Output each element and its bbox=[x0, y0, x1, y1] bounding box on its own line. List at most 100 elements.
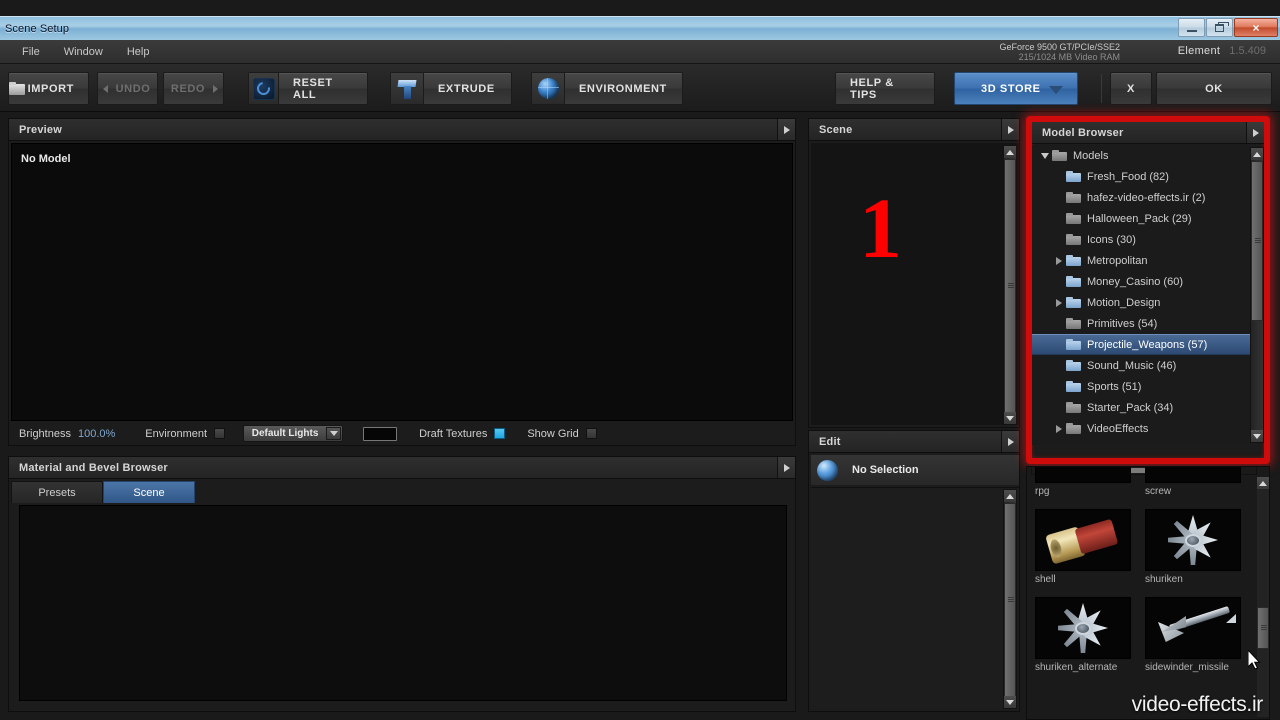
scene-scroll-thumb[interactable] bbox=[1004, 159, 1016, 413]
close-button[interactable]: × bbox=[1234, 18, 1278, 37]
thumbnail-image[interactable] bbox=[1035, 597, 1131, 659]
environment-button[interactable]: ENVIRONMENT bbox=[531, 72, 683, 105]
scene-vertical-scrollbar[interactable] bbox=[1003, 145, 1017, 425]
tree-item-label: Sound_Music (46) bbox=[1087, 359, 1177, 372]
menu-item-file[interactable]: File bbox=[10, 43, 52, 61]
material-panel-header: Material and Bevel Browser bbox=[9, 457, 795, 479]
environment-label-preview: Environment bbox=[145, 427, 208, 440]
toolbar-separator bbox=[1101, 74, 1102, 103]
show-grid-checkbox[interactable] bbox=[585, 428, 597, 439]
thumbnail-item[interactable]: shuriken_alternate bbox=[1035, 597, 1131, 673]
model-thumbnail-grid[interactable]: rpg screw shell shuriken shuriken_alternate s… bbox=[1026, 466, 1270, 720]
undo-button[interactable]: UNDO bbox=[97, 72, 158, 105]
menu-item-window[interactable]: Window bbox=[52, 43, 115, 61]
thumbnail-image[interactable] bbox=[1145, 467, 1241, 483]
tree-item[interactable]: Fresh_Food (82) bbox=[1032, 166, 1250, 187]
scene-panel-expand-arrow[interactable] bbox=[1001, 119, 1019, 140]
edit-selection-row[interactable]: No Selection bbox=[811, 455, 1019, 485]
reset-all-button[interactable]: RESET ALL bbox=[248, 72, 368, 105]
tree-item[interactable]: Models bbox=[1032, 145, 1250, 166]
tree-item[interactable]: Sports (51) bbox=[1032, 376, 1250, 397]
folder-icon bbox=[1066, 213, 1081, 224]
preview-panel-expand-arrow[interactable] bbox=[777, 119, 795, 140]
scroll-up-arrow-icon[interactable] bbox=[1251, 148, 1263, 160]
tree-item[interactable]: Primitives (54) bbox=[1032, 313, 1250, 334]
material-tabs: Presets Scene bbox=[11, 481, 793, 503]
scroll-down-arrow-icon[interactable] bbox=[1004, 412, 1016, 424]
model-browser-tree[interactable]: Models Fresh_Food (82) hafez-video-effects… bbox=[1032, 145, 1250, 445]
model-browser-expand-arrow[interactable] bbox=[1246, 122, 1264, 143]
chevron-right-icon[interactable] bbox=[1052, 256, 1066, 265]
thumbnail-label: shuriken bbox=[1145, 574, 1183, 585]
tree-item[interactable]: Starter_Pack (34) bbox=[1032, 397, 1250, 418]
model-browser-vertical-scrollbar[interactable] bbox=[1250, 147, 1264, 443]
edit-properties-area[interactable] bbox=[811, 487, 1019, 709]
brand-version: 1.5.409 bbox=[1229, 45, 1266, 57]
sphere-icon bbox=[817, 459, 838, 481]
redo-button[interactable]: REDO bbox=[163, 72, 224, 105]
tab-scene[interactable]: Scene bbox=[103, 481, 195, 503]
redo-label: REDO bbox=[170, 82, 206, 95]
chevron-down-icon[interactable] bbox=[1038, 152, 1052, 159]
tree-item-label: Projectile_Weapons (57) bbox=[1087, 338, 1208, 351]
tree-item[interactable]: Halloween_Pack (29) bbox=[1032, 208, 1250, 229]
redo-arrow-icon bbox=[213, 84, 219, 93]
import-button[interactable]: IMPORT bbox=[8, 72, 89, 105]
tree-item[interactable]: Metropolitan bbox=[1032, 250, 1250, 271]
thumbnail-image[interactable] bbox=[1145, 509, 1241, 571]
scroll-down-arrow-icon[interactable] bbox=[1004, 696, 1016, 708]
undo-label: UNDO bbox=[115, 82, 151, 95]
ok-button[interactable]: OK bbox=[1156, 72, 1272, 105]
tree-item[interactable]: Icons (30) bbox=[1032, 229, 1250, 250]
thumbnail-vertical-scrollbar[interactable] bbox=[1257, 477, 1269, 717]
tree-item-label: VideoEffects bbox=[1087, 422, 1149, 435]
tree-item[interactable]: Money_Casino (60) bbox=[1032, 271, 1250, 292]
tree-item-label: Halloween_Pack (29) bbox=[1087, 212, 1192, 225]
shell-art bbox=[1045, 517, 1119, 565]
cancel-button[interactable]: X bbox=[1110, 72, 1152, 105]
tree-item[interactable]: Projectile_Weapons (57) bbox=[1032, 334, 1250, 355]
material-list-area[interactable] bbox=[19, 505, 787, 701]
thumbnail-item[interactable]: screw bbox=[1145, 467, 1241, 497]
extrude-button[interactable]: EXTRUDE bbox=[390, 72, 512, 105]
edit-vertical-scrollbar[interactable] bbox=[1003, 489, 1017, 709]
thumbnail-item[interactable]: rpg bbox=[1035, 467, 1131, 497]
draft-textures-checkbox[interactable] bbox=[494, 428, 506, 439]
tree-item[interactable]: Motion_Design bbox=[1032, 292, 1250, 313]
scene-list-area[interactable]: 1 bbox=[811, 143, 1019, 425]
model-browser-scroll-thumb[interactable] bbox=[1251, 161, 1263, 321]
tab-presets[interactable]: Presets bbox=[11, 481, 103, 503]
missile-art bbox=[1156, 606, 1236, 646]
thumbnail-image[interactable] bbox=[1145, 597, 1241, 659]
scroll-up-arrow-icon[interactable] bbox=[1004, 146, 1016, 158]
chevron-right-icon[interactable] bbox=[1052, 298, 1066, 307]
thumbnail-image[interactable] bbox=[1035, 509, 1131, 571]
preview-viewport[interactable]: No Model bbox=[11, 143, 793, 421]
3d-store-label: 3D STORE bbox=[981, 82, 1041, 95]
scroll-up-arrow-icon[interactable] bbox=[1257, 477, 1269, 489]
tree-item[interactable]: Sound_Music (46) bbox=[1032, 355, 1250, 376]
scroll-down-arrow-icon[interactable] bbox=[1251, 430, 1263, 442]
restore-button[interactable] bbox=[1206, 18, 1233, 37]
brightness-value[interactable]: 100.0% bbox=[78, 428, 115, 440]
menu-item-help[interactable]: Help bbox=[115, 43, 162, 61]
thumbnail-item[interactable]: shell bbox=[1035, 509, 1131, 585]
minimize-button[interactable] bbox=[1178, 18, 1205, 37]
edit-scroll-thumb[interactable] bbox=[1004, 503, 1016, 697]
lights-dropdown[interactable]: Default Lights bbox=[243, 425, 344, 442]
thumbnail-item[interactable]: shuriken bbox=[1145, 509, 1241, 585]
scroll-up-arrow-icon[interactable] bbox=[1004, 490, 1016, 502]
light-color-swatch[interactable] bbox=[363, 426, 398, 441]
thumbnail-image[interactable] bbox=[1035, 467, 1131, 483]
tree-item[interactable]: VideoEffects bbox=[1032, 418, 1250, 439]
chevron-right-icon[interactable] bbox=[1052, 424, 1066, 433]
material-panel-expand-arrow[interactable] bbox=[777, 457, 795, 478]
edit-panel-expand-arrow[interactable] bbox=[1001, 431, 1019, 452]
help-tips-button[interactable]: HELP & TIPS bbox=[835, 72, 935, 105]
thumbnail-item[interactable]: sidewinder_missile bbox=[1145, 597, 1241, 673]
tree-item[interactable]: hafez-video-effects.ir (2) bbox=[1032, 187, 1250, 208]
3d-store-button[interactable]: 3D STORE bbox=[954, 72, 1078, 105]
thumbnail-scroll-thumb[interactable] bbox=[1257, 607, 1269, 649]
chevron-down-icon[interactable] bbox=[326, 427, 342, 440]
environment-checkbox[interactable] bbox=[214, 428, 226, 439]
